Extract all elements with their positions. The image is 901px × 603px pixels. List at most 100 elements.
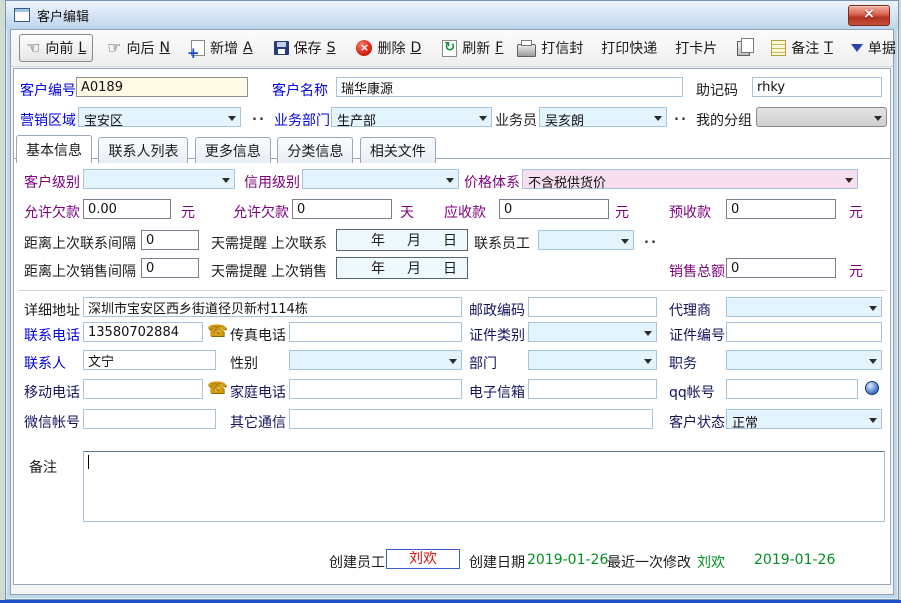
home-phone-label: 家庭电话 bbox=[230, 382, 286, 402]
contact-label: 联系人 bbox=[24, 353, 66, 373]
chevron-down-icon bbox=[446, 178, 454, 187]
tab-category-info[interactable]: 分类信息 bbox=[277, 137, 353, 163]
text-caret bbox=[88, 455, 89, 469]
home-phone-input[interactable] bbox=[289, 379, 462, 399]
mnemonic-input[interactable] bbox=[752, 77, 882, 97]
wechat-input[interactable] bbox=[83, 409, 216, 429]
region-select[interactable]: 宝安区 bbox=[78, 107, 241, 127]
debt-money-input[interactable] bbox=[83, 199, 171, 219]
dept-select[interactable]: 生产部 bbox=[331, 107, 492, 127]
bill-button[interactable]: 单据 bbox=[844, 34, 901, 62]
toolbar-right-group: 打信封 打印快递 打卡片 备注T 单据 bbox=[510, 34, 901, 62]
job-select[interactable] bbox=[726, 350, 882, 370]
tab-contact-list[interactable]: 联系人列表 bbox=[98, 137, 188, 163]
contact-gap-label: 距离上次联系间隔 bbox=[24, 233, 136, 253]
arrow-down-icon bbox=[851, 44, 863, 58]
customer-no-input[interactable] bbox=[76, 77, 248, 97]
level-label: 客户级别 bbox=[24, 172, 80, 192]
yuan-label: 元 bbox=[615, 202, 629, 222]
salesman-select[interactable]: 吴亥朗 bbox=[539, 107, 667, 127]
idtype-select[interactable] bbox=[528, 322, 657, 342]
toolbar-left-group: ☜ 向前L ☞ 向后N 新增A 保存S × 删除D bbox=[19, 34, 510, 62]
contact-staff-label: 联系员工 bbox=[474, 233, 530, 253]
chevron-down-icon bbox=[874, 116, 882, 125]
customer-no-label: 客户编号 bbox=[20, 80, 76, 100]
salesman-browse-button[interactable]: .. bbox=[674, 109, 688, 124]
customer-name-input[interactable] bbox=[336, 77, 683, 97]
titlebar[interactable]: 客户编辑 × bbox=[6, 1, 898, 29]
prev-button[interactable]: ☜ 向前L bbox=[19, 34, 93, 62]
mobile-label: 移动电话 bbox=[24, 382, 80, 402]
status-select[interactable]: 正常 bbox=[726, 409, 882, 429]
chevron-down-icon bbox=[449, 359, 457, 368]
phone-icon[interactable]: ☎ bbox=[207, 322, 227, 340]
dept2-select[interactable] bbox=[528, 350, 657, 370]
contact-staff-browse-button[interactable]: .. bbox=[644, 232, 658, 247]
gender-select[interactable] bbox=[289, 350, 462, 370]
window-body: ☜ 向前L ☞ 向后N 新增A 保存S × 删除D bbox=[10, 29, 894, 595]
idno-input[interactable] bbox=[726, 322, 882, 342]
printer-copies-icon bbox=[737, 41, 750, 56]
phone-icon[interactable]: ☎ bbox=[207, 379, 227, 397]
chevron-down-icon bbox=[644, 331, 652, 340]
contact-input[interactable] bbox=[83, 350, 216, 370]
debt-days-label: 允许欠款 bbox=[233, 202, 289, 222]
dept-label: 业务部门 bbox=[274, 110, 330, 130]
next-button[interactable]: ☞ 向后N bbox=[100, 34, 177, 62]
tab-basic-info[interactable]: 基本信息 bbox=[16, 135, 92, 163]
print-express-button[interactable]: 打印快递 bbox=[594, 34, 664, 62]
debt-money-label: 允许欠款 bbox=[24, 202, 80, 222]
note-button[interactable]: 备注T bbox=[764, 34, 840, 62]
mobile-input[interactable] bbox=[83, 379, 203, 399]
close-button[interactable]: × bbox=[848, 5, 890, 26]
remark-label: 备注 bbox=[29, 457, 57, 477]
section-divider bbox=[19, 290, 885, 291]
dept2-label: 部门 bbox=[469, 353, 497, 373]
globe-icon[interactable] bbox=[865, 381, 879, 395]
zip-input[interactable] bbox=[528, 297, 657, 317]
email-input[interactable] bbox=[528, 379, 657, 399]
price-system-select[interactable]: 不含税供货价 bbox=[522, 169, 858, 189]
refresh-button[interactable]: ↻ 刷新F bbox=[435, 34, 510, 62]
agent-select[interactable] bbox=[726, 297, 882, 317]
debt-days-input[interactable] bbox=[292, 199, 392, 219]
region-label: 营销区域 bbox=[20, 110, 76, 130]
other-comm-input[interactable] bbox=[289, 409, 653, 429]
contact-gap-input[interactable] bbox=[141, 230, 199, 250]
prepaid-input[interactable] bbox=[726, 199, 836, 219]
chevron-down-icon bbox=[869, 418, 877, 427]
chevron-down-icon bbox=[479, 116, 487, 125]
tian-label: 天 bbox=[400, 202, 414, 222]
qq-input[interactable] bbox=[726, 379, 858, 399]
tab-related-files[interactable]: 相关文件 bbox=[360, 137, 436, 163]
level-select[interactable] bbox=[83, 169, 235, 189]
save-icon bbox=[274, 41, 289, 55]
phone-input[interactable] bbox=[83, 322, 203, 342]
add-button[interactable]: 新增A bbox=[184, 34, 260, 62]
email-label: 电子信箱 bbox=[469, 382, 525, 402]
last-sale-date[interactable]: 年月日 bbox=[336, 257, 468, 279]
print-copies-button[interactable] bbox=[728, 37, 760, 60]
print-envelope-button[interactable]: 打信封 bbox=[510, 34, 590, 62]
fax-input[interactable] bbox=[289, 322, 462, 342]
print-card-button[interactable]: 打卡片 bbox=[668, 34, 724, 62]
chevron-down-icon bbox=[654, 116, 662, 125]
save-button[interactable]: 保存S bbox=[267, 34, 343, 62]
hand-left-icon: ☜ bbox=[26, 41, 40, 55]
add-icon bbox=[191, 40, 205, 56]
tab-more-info[interactable]: 更多信息 bbox=[195, 137, 271, 163]
credit-select[interactable] bbox=[302, 169, 459, 189]
chevron-down-icon bbox=[222, 178, 230, 187]
receivable-input[interactable] bbox=[499, 199, 609, 219]
contact-staff-select[interactable] bbox=[538, 230, 634, 250]
region-browse-button[interactable]: .. bbox=[252, 109, 266, 124]
total-sales-input[interactable] bbox=[726, 258, 836, 278]
last-contact-date[interactable]: 年月日 bbox=[336, 229, 468, 251]
delete-icon: × bbox=[356, 40, 372, 56]
sale-gap-input[interactable] bbox=[141, 258, 199, 278]
last-sale-label: 上次销售 bbox=[271, 261, 327, 281]
remark-textarea[interactable] bbox=[83, 451, 885, 522]
delete-button[interactable]: × 删除D bbox=[349, 34, 428, 62]
address-input[interactable] bbox=[83, 297, 462, 317]
group-select[interactable] bbox=[756, 107, 887, 127]
